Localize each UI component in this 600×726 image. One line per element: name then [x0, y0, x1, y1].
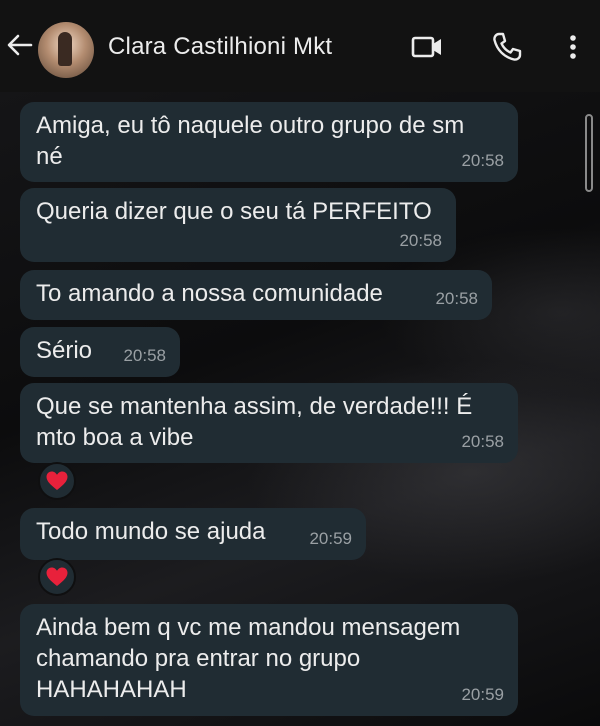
message-time: 20:59: [461, 685, 504, 704]
message-text: Queria dizer que o seu tá PERFEITO: [36, 198, 432, 225]
heart-icon: [46, 471, 68, 490]
message-time: 20:59: [309, 529, 352, 548]
heart-icon: [46, 567, 68, 586]
message-bubble[interactable]: Amiga, eu tô naquele outro grupo de sm n…: [20, 102, 518, 182]
message-text: Ainda bem q vc me mandou mensagem chaman…: [36, 614, 461, 703]
message-text: To amando a nossa comunidade: [36, 280, 383, 307]
message-bubble[interactable]: Sério 20:58: [20, 327, 180, 377]
chat-header: Clara Castilhioni Mkt: [0, 0, 600, 92]
reaction-badge[interactable]: [38, 462, 76, 500]
message-text: Que se mantenha assim, de verdade!!! É m…: [36, 393, 473, 451]
message-bubble[interactable]: Todo mundo se ajuda 20:59: [20, 508, 366, 560]
avatar[interactable]: [38, 22, 94, 78]
message-time: 20:58: [123, 346, 166, 365]
message-time: 20:58: [461, 151, 504, 170]
message-time: 20:58: [461, 432, 504, 451]
more-options-icon[interactable]: [556, 30, 590, 64]
message-text: Amiga, eu tô naquele outro grupo de sm n…: [36, 112, 465, 170]
message-bubble[interactable]: Ainda bem q vc me mandou mensagem chaman…: [20, 604, 518, 716]
message-bubble[interactable]: To amando a nossa comunidade 20:58: [20, 270, 492, 320]
message-bubble[interactable]: Queria dizer que o seu tá PERFEITO 20:58: [20, 188, 456, 262]
message-time: 20:58: [399, 231, 442, 250]
message-bubble[interactable]: Que se mantenha assim, de verdade!!! É m…: [20, 383, 518, 463]
contact-name[interactable]: Clara Castilhioni Mkt: [108, 33, 332, 61]
message-time: 20:58: [435, 289, 478, 308]
voice-call-icon[interactable]: [490, 30, 524, 64]
message-text: Todo mundo se ajuda: [36, 518, 266, 545]
video-call-icon[interactable]: [410, 30, 444, 64]
back-arrow-icon[interactable]: [4, 30, 34, 60]
scrollbar[interactable]: [585, 114, 593, 192]
reaction-badge[interactable]: [38, 558, 76, 596]
